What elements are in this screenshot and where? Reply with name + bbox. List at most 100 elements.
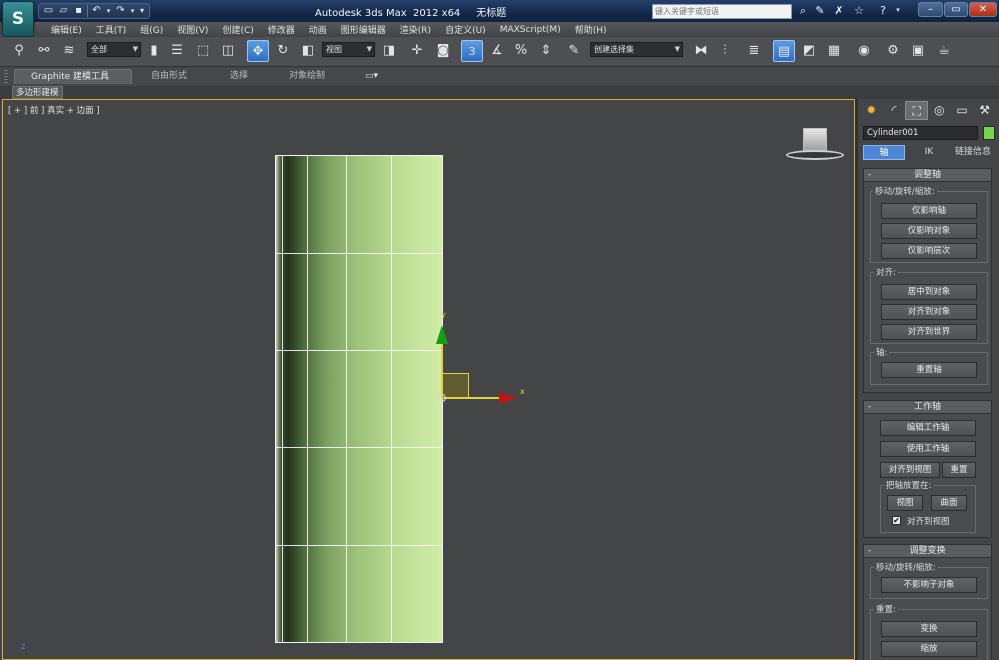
tab-freeform[interactable]: 自由形式 [151, 69, 187, 84]
affect-object-only-button[interactable]: 仅影响对象 [881, 223, 977, 239]
select-object-icon[interactable]: ▮ [143, 40, 165, 62]
tab-pivot[interactable]: 轴 [863, 145, 905, 160]
object-name-field[interactable]: Cylinder001 [863, 126, 978, 140]
render-production-icon[interactable]: ☕ [933, 40, 955, 62]
ribbon-grip[interactable] [4, 70, 8, 84]
edit-working-pivot-button[interactable]: 编辑工作轴 [880, 420, 976, 436]
menu-group[interactable]: 组(G) [133, 23, 170, 36]
menu-help[interactable]: 帮助(H) [568, 23, 614, 36]
menu-edit[interactable]: 编辑(E) [44, 23, 89, 36]
center-to-object-button[interactable]: 居中到对象 [881, 284, 977, 300]
mirror-icon[interactable]: ⧓ [690, 40, 712, 62]
reference-coordinate-dropdown[interactable]: 视图 ▼ [322, 42, 375, 57]
viewcube-compass-ring[interactable] [786, 150, 844, 160]
unlink-icon[interactable]: ⚯ [33, 40, 55, 62]
save-icon[interactable]: ▪ [72, 5, 85, 17]
align-to-world-button[interactable]: 对齐到世界 [881, 324, 977, 340]
affect-pivot-only-button[interactable]: 仅影响轴 [881, 203, 977, 219]
app-logo-icon[interactable]: S [2, 1, 34, 37]
reset-transform-button[interactable]: 变换 [881, 621, 977, 637]
tools-icon[interactable]: ✎ [813, 3, 827, 18]
polygon-modeling-panel[interactable]: 多边形建模 [12, 86, 63, 99]
percent-snap-icon[interactable]: % [510, 40, 532, 62]
tab-selection[interactable]: 选择 [230, 69, 248, 84]
schematic-view-icon[interactable]: ▦ [823, 40, 845, 62]
customize-icon[interactable]: ▾ [138, 5, 146, 17]
tab-graphite-modeling[interactable]: Graphite 建模工具 [14, 69, 132, 84]
material-editor-icon[interactable]: ◉ [853, 40, 875, 62]
new-file-icon[interactable]: ▭ [42, 5, 55, 17]
bind-space-warp-icon[interactable]: ≋ [58, 40, 80, 62]
move-gizmo-y-axis[interactable] [441, 340, 443, 398]
keyboard-shortcut-override-icon[interactable]: ◙ [432, 40, 454, 62]
move-gizmo-x-axis[interactable] [442, 397, 507, 399]
spinner-snap-icon[interactable]: ⇕ [535, 40, 557, 62]
curve-editor-icon[interactable]: ◩ [798, 40, 820, 62]
affect-hierarchy-only-button[interactable]: 仅影响层次 [881, 243, 977, 259]
align-to-view-button[interactable]: 对齐到视图 [880, 462, 940, 478]
rectangular-selection-icon[interactable]: ⬚ [192, 40, 214, 62]
help-icon[interactable]: ? [876, 3, 890, 18]
x-axis-arrow-icon[interactable] [499, 392, 517, 404]
menu-graph-editors[interactable]: 图形编辑器 [334, 23, 393, 36]
y-axis-arrow-icon[interactable] [436, 325, 448, 344]
menu-rendering[interactable]: 渲染(R) [393, 23, 438, 36]
tab-object-paint[interactable]: 对象绘制 [289, 69, 325, 84]
select-and-link-icon[interactable]: ⚲ [8, 40, 30, 62]
menu-modifiers[interactable]: 修改器 [261, 23, 302, 36]
cylinder-object[interactable] [275, 155, 443, 643]
snaps-toggle-icon[interactable]: 3 [461, 40, 483, 62]
menu-create[interactable]: 创建(C) [215, 23, 260, 36]
minimize-button[interactable]: – [918, 2, 943, 17]
dont-affect-children-button[interactable]: 不影响子对象 [881, 577, 977, 593]
close-button[interactable]: ✕ [969, 2, 997, 17]
favorites-star-icon[interactable]: ☆ [852, 3, 866, 18]
motion-tab-icon[interactable]: ◎ [928, 101, 951, 120]
menu-maxscript[interactable]: MAXScript(M) [493, 25, 568, 35]
select-and-scale-icon[interactable]: ◧ [297, 40, 319, 62]
align-icon[interactable]: ⫶ [714, 40, 736, 62]
menu-animation[interactable]: 动画 [302, 23, 334, 36]
tab-ik[interactable]: IK [913, 145, 945, 160]
menu-customize[interactable]: 自定义(U) [438, 23, 493, 36]
reset-working-pivot-button[interactable]: 重置 [942, 462, 976, 478]
viewport-label[interactable]: [ + ] 前 ] 真实 + 边面 ] [8, 104, 100, 116]
viewcube-face[interactable] [803, 128, 827, 152]
align-to-view-checkbox[interactable]: ✔ [892, 516, 901, 525]
ribbon-options-icon[interactable]: ▭▾ [365, 69, 378, 84]
adjust-pivot-header[interactable]: - 调整轴 [864, 169, 991, 182]
select-and-move-icon[interactable]: ✥ [247, 40, 269, 62]
surface-button[interactable]: 曲面 [931, 495, 967, 511]
reset-scale-button[interactable]: 缩放 [881, 641, 977, 657]
undo-dropdown-icon[interactable]: ▾ [105, 5, 112, 17]
graphite-toggle-icon[interactable]: ▤ [773, 40, 795, 62]
search-input[interactable]: 键入关键字或短语 [652, 4, 792, 19]
redo-icon[interactable]: ↷ [114, 5, 127, 17]
binoculars-icon[interactable]: ⌕ [796, 3, 810, 18]
selection-filter-dropdown[interactable]: 全部 ▼ [87, 42, 141, 57]
display-tab-icon[interactable]: ▭ [951, 101, 974, 120]
working-pivot-header[interactable]: - 工作轴 [864, 401, 991, 414]
open-file-icon[interactable]: ▱ [57, 5, 70, 17]
reset-pivot-button[interactable]: 重置轴 [881, 362, 977, 378]
rendered-frame-window-icon[interactable]: ▣ [907, 40, 929, 62]
utilities-tab-icon[interactable]: ⚒ [973, 101, 996, 120]
view-button[interactable]: 视图 [887, 495, 923, 511]
align-to-object-button[interactable]: 对齐到对象 [881, 304, 977, 320]
render-setup-icon[interactable]: ⚙ [882, 40, 904, 62]
redo-dropdown-icon[interactable]: ▾ [129, 5, 136, 17]
move-gizmo-xy-plane[interactable] [442, 373, 469, 398]
menu-views[interactable]: 视图(V) [170, 23, 215, 36]
viewcube[interactable] [786, 128, 844, 162]
help-dropdown-icon[interactable]: ▾ [891, 3, 905, 18]
maximize-button[interactable]: ▭ [944, 2, 968, 17]
viewport-front[interactable]: [ + ] 前 ] 真实 + 边面 ] y x z [2, 99, 855, 660]
create-tab-icon[interactable]: ✹ [860, 101, 883, 120]
hierarchy-tab-icon[interactable]: ⛶ [905, 101, 928, 120]
use-working-pivot-button[interactable]: 使用工作轴 [880, 441, 976, 457]
menu-tools[interactable]: 工具(T) [89, 23, 134, 36]
window-crossing-icon[interactable]: ◫ [217, 40, 239, 62]
modify-tab-icon[interactable]: ◜ [883, 101, 906, 120]
edit-named-selection-icon[interactable]: ✎ [563, 40, 585, 62]
object-color-swatch[interactable] [983, 126, 995, 140]
